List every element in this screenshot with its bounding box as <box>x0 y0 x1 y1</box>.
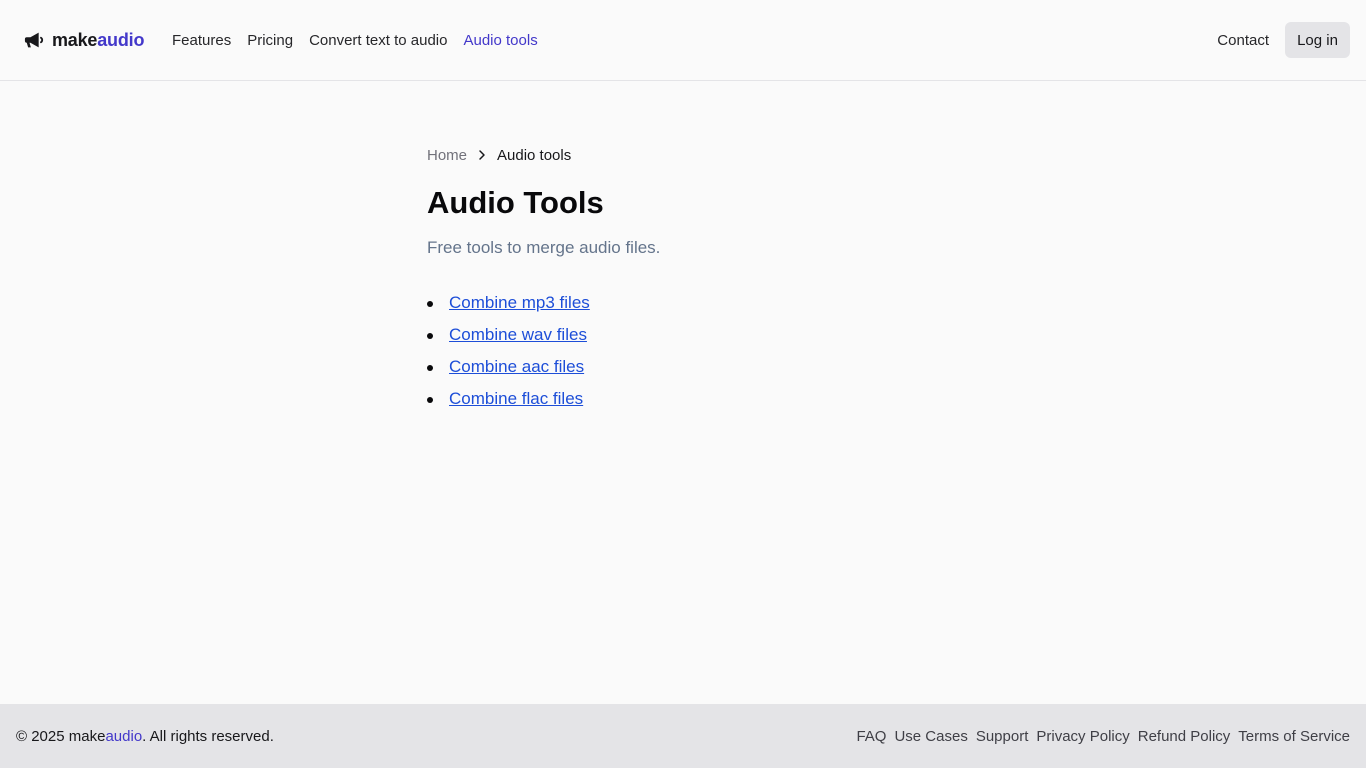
header-actions: Contact Log in <box>1217 22 1350 58</box>
breadcrumb-home[interactable]: Home <box>427 147 467 164</box>
page-title: Audio Tools <box>427 185 604 220</box>
logo-text: makeaudio <box>52 30 144 51</box>
page-subtitle: Free tools to merge audio files. <box>427 238 661 257</box>
breadcrumb-current: Audio tools <box>497 146 572 164</box>
footer-link-terms-of-service[interactable]: Terms of Service <box>1238 727 1350 747</box>
list-item: Combine mp3 files <box>427 292 947 324</box>
main-content: Home Audio tools Audio Tools Free tools … <box>427 144 947 420</box>
list-item: Combine flac files <box>427 388 947 420</box>
logo-text-accent: audio <box>97 29 145 50</box>
main-nav: Features Pricing Convert text to audio A… <box>172 31 554 51</box>
footer-link-support[interactable]: Support <box>976 727 1029 747</box>
combine-mp3-link[interactable]: Combine mp3 files <box>449 293 590 312</box>
footer-links: FAQ Use Cases Support Privacy Policy Ref… <box>848 727 1350 747</box>
list-item: Combine aac files <box>427 356 947 388</box>
list-item: Combine wav files <box>427 324 947 356</box>
logo-text-main: make <box>52 29 98 50</box>
combine-flac-link[interactable]: Combine flac files <box>449 389 583 408</box>
nav-convert-text-to-audio[interactable]: Convert text to audio <box>309 31 447 51</box>
footer-link-use-cases[interactable]: Use Cases <box>894 727 967 747</box>
footer-link-privacy-policy[interactable]: Privacy Policy <box>1036 727 1129 747</box>
tool-list: Combine mp3 files Combine wav files Comb… <box>427 292 947 420</box>
logo-link[interactable]: makeaudio <box>24 29 144 51</box>
footer-brand-accent: audio <box>105 728 143 745</box>
footer-brand-main: make <box>68 728 106 745</box>
login-button[interactable]: Log in <box>1285 22 1350 58</box>
footer-link-faq[interactable]: FAQ <box>856 727 886 747</box>
nav-audio-tools[interactable]: Audio tools <box>463 31 537 51</box>
megaphone-icon <box>24 32 44 48</box>
nav-pricing[interactable]: Pricing <box>247 31 293 51</box>
copyright-prefix: © 2025 <box>16 728 69 745</box>
copyright-text: © 2025 makeaudio. All rights reserved. <box>16 727 274 747</box>
chevron-right-icon <box>479 150 485 160</box>
footer-link-refund-policy[interactable]: Refund Policy <box>1138 727 1231 747</box>
combine-wav-link[interactable]: Combine wav files <box>449 325 587 344</box>
breadcrumb: Home Audio tools <box>427 144 947 166</box>
site-footer: © 2025 makeaudio. All rights reserved. F… <box>0 704 1366 768</box>
copyright-suffix: . All rights reserved. <box>142 728 274 745</box>
site-header: makeaudio Features Pricing Convert text … <box>0 0 1366 81</box>
nav-features[interactable]: Features <box>172 31 231 51</box>
contact-link[interactable]: Contact <box>1217 32 1269 49</box>
combine-aac-link[interactable]: Combine aac files <box>449 357 584 376</box>
